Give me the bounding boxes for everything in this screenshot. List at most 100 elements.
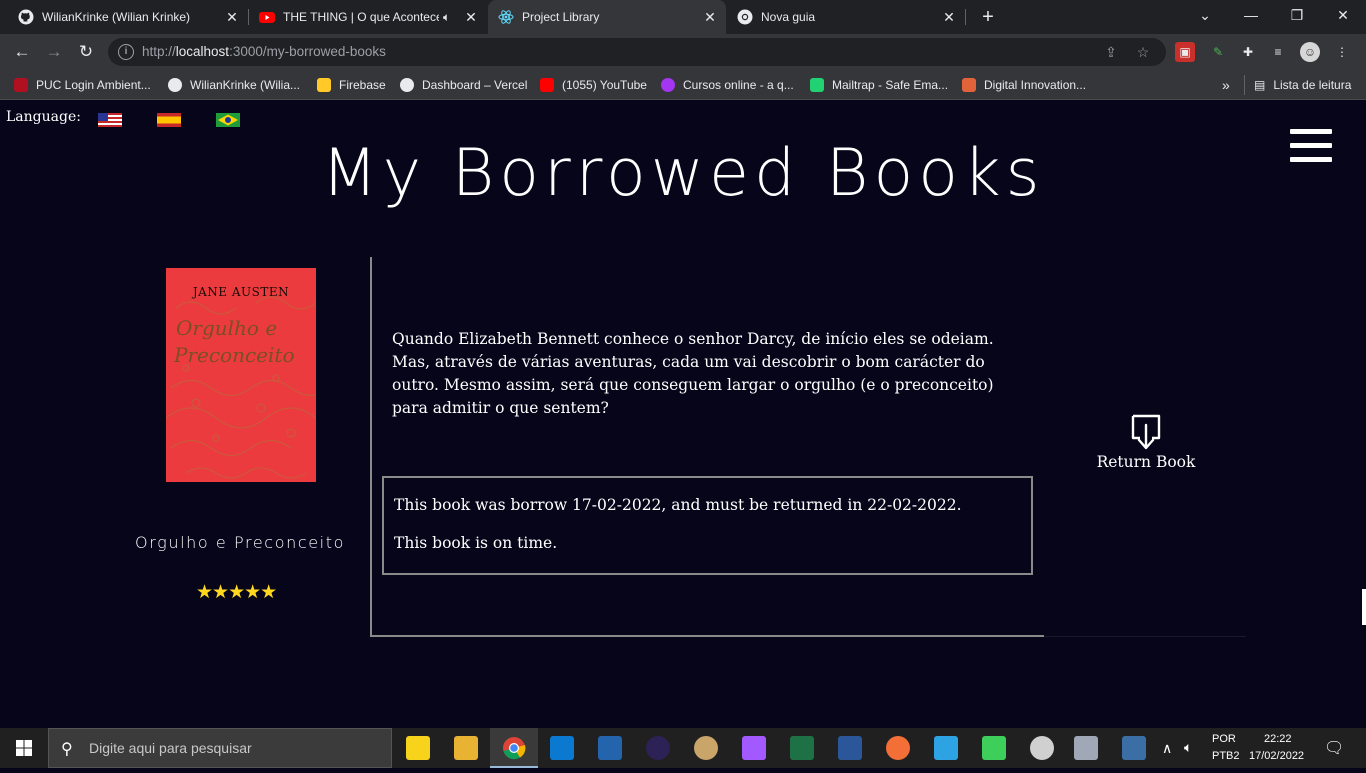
br-flag-icon[interactable]	[216, 113, 240, 127]
loan-status: This book is on time.	[394, 534, 558, 552]
firebase-icon	[317, 78, 331, 92]
paint-icon[interactable]	[694, 736, 718, 760]
start-button[interactable]	[0, 728, 48, 768]
tab-title: Nova guia	[761, 10, 816, 24]
search-placeholder: Digite aqui para pesquisar	[89, 740, 252, 756]
tab-search-icon[interactable]: ⌄	[1182, 0, 1228, 30]
cover-title-line2: Preconceito	[174, 343, 295, 367]
vscode-icon[interactable]	[550, 736, 574, 760]
search-icon: ⚲	[61, 741, 73, 758]
profile-avatar[interactable]: ☺	[1300, 42, 1320, 62]
windows-taskbar: ⚲ Digite aqui para pesquisar ∧ 🔈︎ POR PT…	[0, 728, 1366, 768]
new-tab-button[interactable]: +	[976, 5, 1000, 29]
bookmark-star-icon[interactable]: ☆	[1134, 43, 1152, 61]
bookmark-item[interactable]: PUC Login Ambient...	[14, 77, 151, 93]
borrow-info: This book was borrow 17-02-2022, and mus…	[394, 496, 962, 514]
youtube-icon	[540, 78, 554, 92]
tab-youtube[interactable]: THE THING | O que Aconteceu 🔈︎ ✕	[249, 0, 487, 34]
es-flag-icon[interactable]	[157, 113, 181, 127]
us-flag-icon[interactable]	[98, 113, 122, 127]
github-icon	[18, 9, 34, 25]
extension-pen-icon[interactable]: ✎	[1208, 42, 1228, 62]
site-info-icon[interactable]: i	[118, 44, 134, 60]
tab-strip: WilianKrinke (Wilian Krinke) ✕ THE THING…	[0, 0, 1366, 34]
tab-nova-guia[interactable]: Nova guia ✕	[727, 0, 965, 34]
mailtrap-icon	[810, 78, 824, 92]
forward-icon[interactable]: →	[42, 40, 66, 64]
input-language[interactable]: POR	[1212, 733, 1236, 745]
media-control-icon[interactable]: ≡	[1268, 42, 1288, 62]
rating-stars: ★★★★★	[196, 582, 277, 603]
speaker-icon[interactable]: 🔈︎	[443, 10, 461, 25]
cover-title-line1: Orgulho e	[176, 316, 278, 340]
bookmark-item[interactable]: Digital Innovation...	[962, 77, 1086, 93]
sticky-notes-icon[interactable]	[406, 736, 430, 760]
github-icon	[168, 78, 182, 92]
back-icon[interactable]: ←	[10, 40, 34, 64]
reload-icon[interactable]: ↻	[74, 40, 98, 64]
sync-app-icon[interactable]	[982, 736, 1006, 760]
bookmark-favicon	[14, 78, 28, 92]
dbeaver-icon[interactable]	[1030, 736, 1054, 760]
volume-icon[interactable]: 🔈︎	[1184, 739, 1192, 756]
bookmark-item[interactable]: (1055) YouTube	[540, 77, 647, 93]
bookmark-item[interactable]: Mailtrap - Safe Ema...	[810, 77, 948, 93]
system-app-icon[interactable]	[1074, 736, 1098, 760]
close-tab-icon[interactable]: ✕	[939, 9, 959, 26]
clock-date[interactable]: 17/02/2022	[1249, 750, 1304, 762]
book-title: Orgulho e Preconceito	[135, 533, 345, 552]
window-close-icon[interactable]: ✕	[1320, 0, 1366, 30]
excel-icon[interactable]	[790, 736, 814, 760]
mysql-workbench-icon[interactable]	[1122, 736, 1146, 760]
input-method[interactable]: PTB2	[1212, 750, 1240, 762]
restore-icon[interactable]: ❐	[1274, 0, 1320, 30]
minimize-icon[interactable]: —	[1228, 0, 1274, 30]
extensions-puzzle-icon[interactable]: ✚	[1238, 42, 1258, 62]
return-book-label: Return Book	[1096, 453, 1196, 471]
figma-icon[interactable]	[742, 736, 766, 760]
dio-icon	[962, 78, 976, 92]
address-bar[interactable]: i http://localhost:3000/my-borrowed-book…	[108, 38, 1166, 66]
tab-title: THE THING | O que Aconteceu	[283, 10, 439, 24]
url-text: http://localhost:3000/my-borrowed-books	[142, 44, 386, 59]
tab-title: Project Library	[522, 10, 600, 24]
bookmark-item[interactable]: Cursos online - a q...	[661, 77, 794, 93]
bookmark-item[interactable]: WilianKrinke (Wilia...	[168, 77, 300, 93]
tab-title: WilianKrinke (Wilian Krinke)	[42, 10, 191, 24]
close-tab-icon[interactable]: ✕	[461, 9, 481, 26]
book-cover: JANE AUSTEN Orgulho e Preconceito	[166, 268, 316, 482]
floral-pattern-image	[166, 296, 316, 479]
chrome-menu-icon[interactable]: ⋮	[1332, 42, 1352, 62]
tab-github[interactable]: WilianKrinke (Wilian Krinke) ✕	[8, 0, 248, 34]
word-icon[interactable]	[838, 736, 862, 760]
tab-project-library[interactable]: Project Library ✕	[488, 0, 726, 34]
vercel-icon	[400, 78, 414, 92]
share-icon[interactable]: ⇪	[1102, 43, 1120, 61]
tray-chevron-icon[interactable]: ∧	[1162, 740, 1172, 757]
bookmarks-bar: PUC Login Ambient... WilianKrinke (Wilia…	[0, 70, 1366, 100]
loan-status-box: This book was borrow 17-02-2022, and mus…	[382, 476, 1033, 575]
close-tab-icon[interactable]: ✕	[700, 9, 720, 26]
bookmarks-overflow-icon[interactable]: »	[1222, 77, 1230, 93]
reading-list-button[interactable]: ▤ Lista de leitura	[1254, 77, 1351, 93]
book-synopsis: Quando Elizabeth Bennett conhece o senho…	[392, 330, 994, 417]
extension-red-icon[interactable]: ▣	[1175, 42, 1195, 62]
chrome-taskbar-icon[interactable]	[502, 736, 526, 760]
language-label: Language:	[6, 109, 81, 125]
page-title: My Borrowed Books	[321, 136, 1045, 211]
bookmark-item[interactable]: Firebase	[317, 77, 386, 93]
return-icon	[1131, 414, 1161, 450]
file-explorer-icon[interactable]	[454, 736, 478, 760]
powershell-icon[interactable]	[598, 736, 622, 760]
postman-icon[interactable]	[886, 736, 910, 760]
return-book-button[interactable]: Return Book	[1090, 413, 1202, 471]
reading-list-icon: ▤	[1254, 78, 1266, 92]
taskbar-search[interactable]: ⚲ Digite aqui para pesquisar	[48, 728, 392, 768]
clock-time[interactable]: 22:22	[1264, 733, 1292, 745]
bookmark-item[interactable]: Dashboard – Vercel	[400, 77, 527, 93]
screen-capture-icon[interactable]	[934, 736, 958, 760]
close-tab-icon[interactable]: ✕	[222, 9, 242, 26]
udemy-icon	[661, 78, 675, 92]
notifications-icon[interactable]: 🗨︎	[1324, 738, 1344, 758]
eclipse-icon[interactable]	[646, 736, 670, 760]
